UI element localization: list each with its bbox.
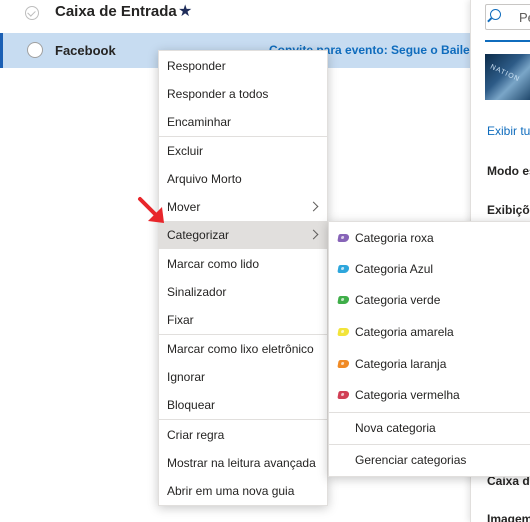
- inbox-header: Caixa de Entrada ★: [0, 0, 470, 28]
- message-sender: Facebook: [55, 43, 116, 58]
- settings-label-display: Exibiçõ: [487, 203, 530, 217]
- tag-icon: [337, 296, 350, 304]
- category-blue[interactable]: Categoria Azul: [329, 254, 530, 284]
- menu-item-reply-all[interactable]: Responder a todos: [159, 80, 327, 108]
- category-yellow[interactable]: Categoria amarela: [329, 317, 530, 347]
- category-orange[interactable]: Categoria laranja: [329, 349, 530, 379]
- menu-item-open-new-tab[interactable]: Abrir em uma nova guia: [159, 477, 327, 505]
- category-label: Categoria verde: [355, 293, 441, 307]
- menu-item-categorize-label: Categorizar: [167, 228, 230, 242]
- categorize-submenu: Categoria roxa Categoria Azul Categoria …: [328, 221, 530, 477]
- message-context-menu: Responder Responder a todos Encaminhar E…: [158, 50, 328, 506]
- menu-item-flag[interactable]: Sinalizador: [159, 278, 327, 306]
- tag-icon: [337, 265, 350, 273]
- select-all-checkbox[interactable]: [25, 6, 39, 20]
- view-all-link[interactable]: Exibir tu: [487, 124, 530, 138]
- theme-thumbnail[interactable]: NATION: [485, 54, 530, 100]
- menu-item-reply[interactable]: Responder: [159, 52, 327, 80]
- menu-item-ignore[interactable]: Ignorar: [159, 363, 327, 391]
- category-label: Categoria Azul: [355, 262, 434, 276]
- menu-item-forward[interactable]: Encaminhar: [159, 108, 327, 136]
- tag-icon: [337, 360, 350, 368]
- red-pointer-arrow-icon: [138, 197, 164, 223]
- category-label: Categoria roxa: [355, 231, 434, 245]
- menu-item-categorize[interactable]: Categorizar: [159, 221, 327, 249]
- menu-item-mark-junk[interactable]: Marcar como lixo eletrônico: [159, 335, 327, 363]
- search-icon: [490, 9, 501, 20]
- favorite-star-icon[interactable]: ★: [178, 1, 192, 21]
- thumbnail-text: NATION: [489, 63, 521, 84]
- menu-item-create-rule[interactable]: Criar regra: [159, 421, 327, 449]
- new-category-button[interactable]: Nova categoria: [329, 413, 530, 443]
- tag-icon: [337, 234, 350, 242]
- settings-label-image: Imagem: [487, 512, 530, 522]
- menu-item-immersive-reader[interactable]: Mostrar na leitura avançada: [159, 449, 327, 477]
- settings-search-input[interactable]: Pe: [485, 4, 530, 30]
- category-purple[interactable]: Categoria roxa: [329, 223, 530, 253]
- search-placeholder: Pe: [519, 10, 530, 25]
- category-label: Categoria amarela: [355, 325, 454, 339]
- menu-item-move-label: Mover: [167, 200, 201, 214]
- chevron-right-icon: [308, 229, 319, 240]
- category-green[interactable]: Categoria verde: [329, 285, 530, 315]
- tag-icon: [337, 328, 350, 336]
- settings-label-mode: Modo es: [487, 164, 530, 178]
- menu-separator: [159, 419, 327, 420]
- menu-item-pin[interactable]: Fixar: [159, 306, 327, 334]
- menu-item-archive[interactable]: Arquivo Morto: [159, 165, 327, 193]
- manage-categories-button[interactable]: Gerenciar categorias: [329, 445, 530, 475]
- menu-item-mark-read[interactable]: Marcar como lido: [159, 250, 327, 278]
- menu-item-delete[interactable]: Excluir: [159, 137, 327, 165]
- menu-item-move[interactable]: Mover: [159, 193, 327, 221]
- tag-icon: [337, 391, 350, 399]
- category-red[interactable]: Categoria vermelha: [329, 380, 530, 410]
- message-select-radio[interactable]: [27, 42, 43, 58]
- menu-item-block[interactable]: Bloquear: [159, 391, 327, 419]
- category-label: Categoria vermelha: [355, 388, 460, 402]
- chevron-right-icon: [308, 201, 319, 212]
- accent-divider: [485, 40, 530, 42]
- folder-title: Caixa de Entrada: [55, 3, 177, 20]
- category-label: Categoria laranja: [355, 357, 447, 371]
